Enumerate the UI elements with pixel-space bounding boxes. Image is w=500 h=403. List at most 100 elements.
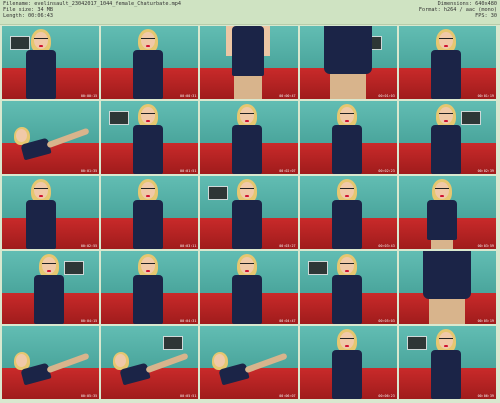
thumbnail-frame[interactable]: 00:01:35: [2, 101, 100, 174]
timestamp-label: 00:04:47: [279, 319, 296, 323]
legs: [234, 76, 263, 99]
lips: [146, 270, 151, 272]
glasses: [34, 38, 48, 42]
lips: [39, 195, 43, 197]
lips: [443, 345, 448, 347]
glasses: [42, 263, 56, 267]
wall-poster: [208, 186, 229, 200]
thumbnail-grid: 00:00:15 00:00:31 00:00:47 00:01:03 00:01:19…: [2, 26, 498, 401]
wall-poster: [307, 261, 328, 275]
lips: [344, 120, 349, 122]
thumbnail-frame[interactable]: 00:02:39: [398, 101, 496, 174]
glasses: [240, 263, 255, 267]
timestamp-label: 00:01:19: [477, 94, 494, 98]
thumbnail-frame[interactable]: 00:06:23: [299, 326, 397, 399]
lips: [344, 345, 349, 347]
lips: [439, 195, 444, 197]
thumbnail-frame[interactable]: 00:05:19: [398, 251, 496, 324]
lips: [443, 120, 448, 122]
glasses: [339, 338, 354, 342]
dress: [26, 50, 56, 99]
timestamp-label: 00:06:07: [279, 394, 296, 398]
thumbnail-frame[interactable]: 00:06:39: [398, 326, 496, 399]
glasses: [339, 188, 354, 192]
thumbnail-frame[interactable]: 00:01:51: [101, 101, 199, 174]
thumbnail-frame[interactable]: 00:03:43: [299, 176, 397, 249]
thumbnail-frame[interactable]: 00:03:27: [200, 176, 298, 249]
lips: [443, 45, 448, 47]
thumbnail-frame[interactable]: 00:02:23: [299, 101, 397, 174]
dress: [133, 200, 164, 249]
thumbnail-frame[interactable]: 00:00:47: [200, 26, 298, 99]
thumbnail-frame[interactable]: 00:04:31: [101, 251, 199, 324]
lips: [47, 270, 51, 272]
legs: [329, 74, 366, 99]
timestamp-label: 00:00:31: [180, 94, 197, 98]
wall-poster: [109, 111, 130, 125]
glasses: [141, 113, 156, 117]
dress: [133, 50, 164, 99]
legs: [428, 299, 465, 324]
thumbnail-frame[interactable]: 00:01:03: [299, 26, 397, 99]
thumbnail-frame[interactable]: 00:05:51: [101, 326, 199, 399]
lips: [344, 270, 349, 272]
timestamp-label: 00:02:07: [279, 169, 296, 173]
timestamp-label: 00:04:15: [80, 319, 98, 323]
lips: [146, 45, 151, 47]
wall-poster: [163, 336, 184, 350]
timestamp-label: 00:00:15: [80, 94, 98, 98]
wall-poster: [64, 261, 84, 275]
thumbnail-frame[interactable]: 00:02:55: [2, 176, 100, 249]
dress: [331, 350, 362, 399]
thumbnail-frame[interactable]: 00:04:47: [200, 251, 298, 324]
glasses: [339, 263, 354, 267]
dress: [232, 26, 265, 76]
dress: [232, 125, 263, 174]
timestamp-label: 00:02:39: [477, 169, 494, 173]
timestamp-label: 00:00:47: [279, 94, 296, 98]
glasses: [34, 188, 48, 192]
dress: [26, 200, 56, 249]
thumbnail-frame[interactable]: 00:04:15: [2, 251, 100, 324]
dress: [331, 275, 362, 324]
head: [16, 354, 27, 367]
glasses: [141, 38, 156, 42]
wall-poster: [460, 111, 481, 125]
timestamp-label: 00:03:11: [180, 244, 197, 248]
file-info-right: Dimensions: 640x480 Format: h264 / aac (…: [419, 1, 497, 20]
timestamp-label: 00:02:55: [80, 244, 98, 248]
thumbnail-frame[interactable]: 00:03:11: [101, 176, 199, 249]
dress: [426, 200, 457, 240]
thumbnail-frame[interactable]: 00:02:07: [200, 101, 298, 174]
glasses: [438, 38, 453, 42]
dress: [430, 125, 461, 174]
glasses: [240, 113, 255, 117]
timestamp-label: 00:05:19: [477, 319, 494, 323]
timestamp-label: 00:01:35: [80, 169, 98, 173]
thumbnail-frame[interactable]: 00:01:19: [398, 26, 496, 99]
contact-sheet-header: Filename: evelinsault_23042017_1044_fema…: [0, 0, 500, 25]
timestamp-label: 00:05:03: [378, 319, 395, 323]
legs: [430, 240, 453, 249]
dress: [430, 50, 461, 99]
dress: [34, 275, 64, 324]
thumbnail-frame[interactable]: 00:03:59: [398, 176, 496, 249]
thumbnail-frame[interactable]: 00:05:35: [2, 326, 100, 399]
thumbnail-frame[interactable]: 00:00:15: [2, 26, 100, 99]
dress: [232, 275, 263, 324]
timestamp-label: 00:04:31: [180, 319, 197, 323]
timestamp-label: 00:01:03: [378, 94, 395, 98]
length-label: Length: 00:06:43: [3, 13, 53, 20]
glasses: [240, 188, 255, 192]
thumbnail-frame[interactable]: 00:00:31: [101, 26, 199, 99]
wall-poster: [10, 36, 30, 50]
dress: [133, 275, 164, 324]
glasses: [141, 188, 156, 192]
glasses: [434, 188, 449, 192]
thumbnail-frame[interactable]: 00:06:07: [200, 326, 298, 399]
timestamp-label: 00:05:51: [180, 394, 197, 398]
glasses: [438, 338, 453, 342]
thumbnail-frame[interactable]: 00:05:03: [299, 251, 397, 324]
glasses: [339, 113, 354, 117]
timestamp-label: 00:02:23: [378, 169, 395, 173]
